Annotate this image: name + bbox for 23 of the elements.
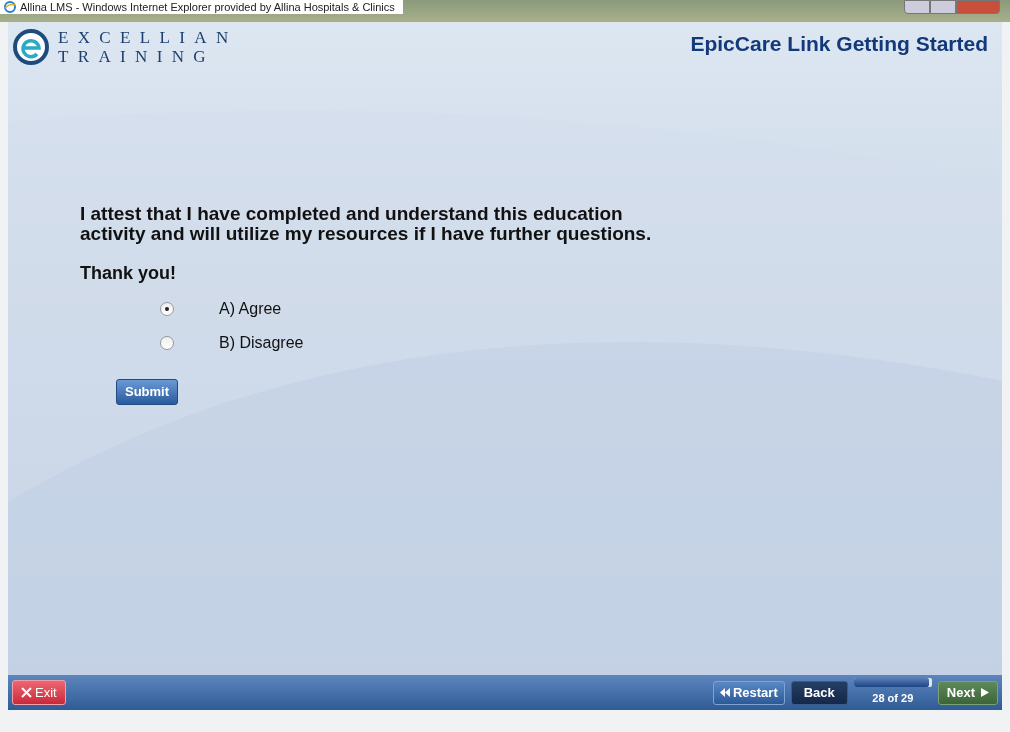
window-title: Allina LMS - Windows Internet Explorer provided by Allina Hospitals & Clinics: [20, 0, 395, 14]
option-label: A) Agree: [219, 299, 282, 319]
back-button[interactable]: Back: [790, 680, 848, 705]
submit-button[interactable]: Submit: [116, 379, 179, 405]
play-icon: [981, 688, 989, 697]
radio-button[interactable]: [160, 336, 174, 350]
maximize-button[interactable]: [930, 0, 956, 14]
course-title: EpicCare Link Getting Started: [690, 31, 989, 57]
option-label: B) Disagree: [219, 333, 304, 353]
browser-icon: [4, 1, 16, 13]
thank-you-text: Thank you!: [80, 262, 177, 285]
exit-button[interactable]: Exit: [12, 680, 66, 705]
logo-icon: [12, 28, 50, 66]
radio-button[interactable]: [160, 302, 174, 316]
next-button[interactable]: Next: [937, 680, 998, 705]
minimize-button[interactable]: [904, 0, 930, 14]
rewind-icon: [719, 688, 730, 697]
logo-wordmark: EXCELLIAN: [58, 28, 238, 47]
question-text: I attest that I have completed and understand this education activity and will utilize my resources if I have further questions.: [80, 204, 653, 244]
progress-label: 28 of 29: [872, 691, 914, 707]
restart-button[interactable]: Restart: [712, 680, 785, 705]
logo-subtitle: TRAINING: [58, 47, 216, 66]
close-icon: [21, 687, 32, 698]
